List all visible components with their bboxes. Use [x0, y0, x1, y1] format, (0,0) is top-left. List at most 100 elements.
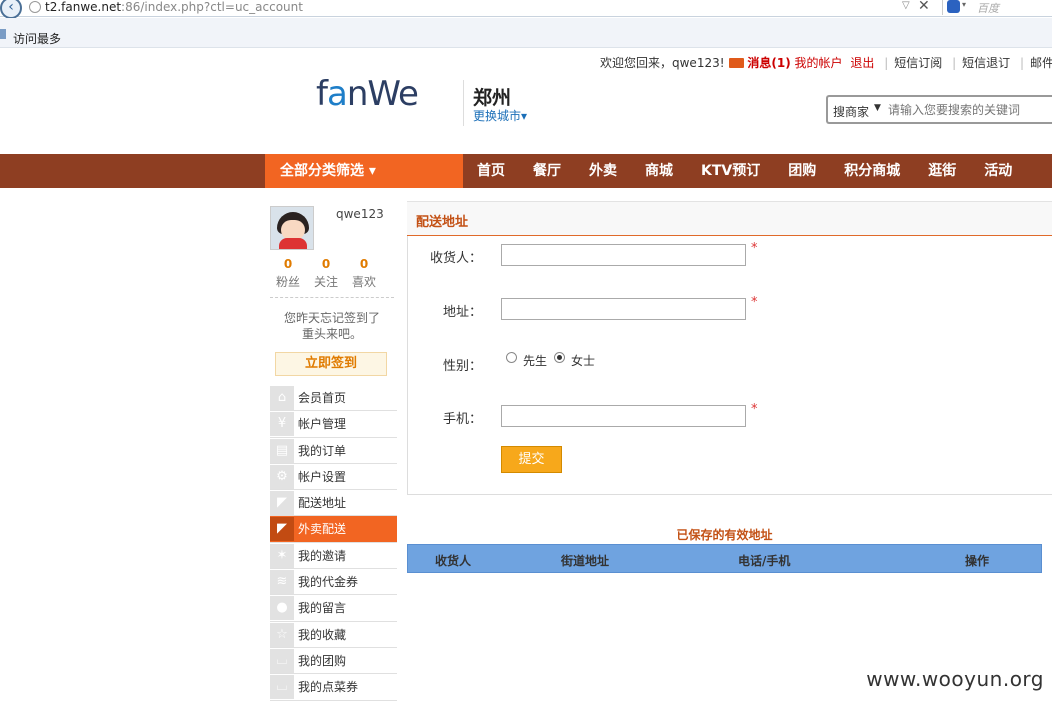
sidebar-item[interactable]: ◤ 配送地址: [270, 490, 397, 517]
sidebar-item[interactable]: ≋ 我的代金券: [270, 569, 397, 596]
sidebar-item[interactable]: ✶ 我的邀请: [270, 543, 397, 570]
sidebar-item-label: 配送地址: [298, 496, 347, 511]
menu-icon: ⌂: [270, 386, 294, 410]
receiver-input[interactable]: [501, 244, 746, 266]
divider: |: [1019, 56, 1025, 70]
sidebar-item[interactable]: ▤ 我的订单: [270, 438, 397, 464]
saved-addresses-table-header: 收货人 街道地址 电话/手机 操作: [407, 544, 1042, 573]
checkin-button[interactable]: 立即签到: [275, 352, 387, 376]
nav-item-points-mall[interactable]: 积分商城: [830, 154, 914, 188]
gender-female-radio[interactable]: [554, 352, 565, 363]
checkin-line: 您昨天忘记签到了: [283, 311, 380, 325]
logo-letters: nWe: [346, 74, 419, 114]
browser-search-box[interactable]: ▾ 百度: [942, 0, 1052, 15]
sidebar-item[interactable]: ◤ 外卖配送: [270, 516, 397, 543]
menu-icon: ☆: [270, 622, 294, 647]
menu-icon: ✶: [270, 543, 294, 568]
phone-input[interactable]: [501, 405, 746, 427]
sidebar-item[interactable]: ⌂ 会员首页: [270, 385, 397, 412]
stat-value: 0: [359, 257, 369, 271]
sidebar-item-label: 我的团购: [298, 653, 347, 668]
stat-following[interactable]: 0 关注: [306, 257, 346, 290]
logo-letter: f: [316, 74, 328, 114]
gender-female-label[interactable]: 女士: [571, 352, 595, 369]
welcome-text: 欢迎您回来，qwe123!: [600, 56, 725, 70]
menu-icon: ⌴: [270, 648, 294, 673]
menu-icon: ◤: [270, 517, 294, 542]
sidebar-item-label: 帐户设置: [298, 469, 347, 484]
browser-search-engine: 百度: [977, 2, 999, 15]
chevron-down-icon[interactable]: ▼: [874, 103, 881, 113]
sms-subscribe-link[interactable]: 短信订阅: [894, 54, 942, 71]
sidebar-item-label: 我的点菜券: [298, 680, 359, 695]
search-type-select[interactable]: 搜商家: [833, 103, 869, 120]
username[interactable]: qwe123: [336, 207, 384, 221]
messages-link[interactable]: 消息(1): [747, 54, 790, 71]
nav-item-mall[interactable]: 商城: [631, 154, 687, 188]
sidebar-item[interactable]: ⚙ 帐户设置: [270, 464, 397, 491]
gender-male-label[interactable]: 先生: [523, 352, 547, 369]
sidebar-item[interactable]: ☆ 我的收藏: [270, 622, 397, 648]
divider: [463, 80, 464, 126]
gender-label: 性别：: [443, 359, 483, 374]
stat-label: 喜欢: [351, 275, 376, 289]
menu-icon: ●: [270, 596, 294, 621]
url-host: t2.fanwe.net: [45, 0, 122, 14]
sms-unsubscribe-link[interactable]: 短信退订: [962, 54, 1010, 71]
avatar[interactable]: [270, 206, 314, 250]
site-logo[interactable]: fanWe: [316, 74, 419, 114]
sidebar-item[interactable]: ¥ 帐户管理: [270, 411, 397, 438]
nav-item-ktv[interactable]: KTV预订: [687, 154, 774, 188]
divider: [270, 297, 394, 298]
nav-item-shopping[interactable]: 逛街: [914, 154, 970, 188]
search-input[interactable]: [888, 100, 1048, 120]
mail-subscribe-link[interactable]: 邮件订: [1030, 54, 1052, 71]
menu-icon: ⚙: [270, 464, 294, 489]
column-header-street: 街道地址: [561, 554, 610, 568]
nav-item-home[interactable]: 首页: [463, 154, 519, 188]
url-field[interactable]: t2.fanwe.net:86/index.php?ctl=uc_account: [45, 0, 303, 14]
sidebar-item-label: 帐户管理: [298, 417, 347, 432]
nav-item-events[interactable]: 活动: [970, 154, 1026, 188]
gender-male-radio[interactable]: [506, 352, 517, 363]
nav-item-restaurant[interactable]: 餐厅: [519, 154, 575, 188]
nav-item-groupbuy[interactable]: 团购: [774, 154, 830, 188]
bookmark-most-visited[interactable]: 访问最多: [13, 30, 61, 47]
checkin-line: 重头来吧。: [301, 327, 362, 341]
column-header-phone: 电话/手机: [738, 554, 791, 568]
menu-icon: ◤: [270, 491, 294, 516]
back-button[interactable]: ‹: [0, 0, 22, 19]
stat-fans[interactable]: 0 粉丝: [268, 257, 308, 290]
stat-value: 0: [321, 257, 331, 271]
stat-likes[interactable]: 0 喜欢: [344, 257, 384, 290]
stat-label: 粉丝: [275, 275, 300, 289]
menu-icon: ▤: [270, 438, 294, 463]
sidebar-item[interactable]: ⌴ 我的团购: [270, 648, 397, 675]
close-icon[interactable]: ✕: [918, 0, 930, 14]
all-categories-menu[interactable]: 全部分类筛选 ▾: [265, 154, 463, 188]
page-title: 配送地址: [416, 215, 469, 230]
required-mark: *: [751, 295, 758, 310]
main-nav: 全部分类筛选 ▾ 首页 餐厅 外卖 商城 KTV预订 团购 积分商城 逛街 活动: [0, 154, 1052, 188]
change-city-link[interactable]: 更换城市▾: [473, 107, 527, 124]
logout-link[interactable]: 退出: [850, 54, 874, 71]
url-path: :86/index.php?ctl=uc_account: [121, 0, 303, 14]
url-dropdown-icon[interactable]: ▽: [902, 0, 910, 11]
checkin-message: 您昨天忘记签到了 重头来吧。: [268, 310, 396, 342]
nav-item-takeout[interactable]: 外卖: [575, 154, 631, 188]
sidebar-item[interactable]: ● 我的留言: [270, 595, 397, 622]
address-input[interactable]: [501, 298, 746, 320]
sidebar-item-label: 外卖配送: [298, 522, 347, 537]
sidebar-item[interactable]: ⌴ 我的点菜券: [270, 674, 397, 701]
required-mark: *: [751, 241, 758, 256]
sidebar-item-label: 我的留言: [298, 601, 347, 616]
sidebar-item-label: 会员首页: [298, 391, 347, 405]
stat-value: 0: [283, 257, 293, 271]
submit-button[interactable]: 提交: [501, 446, 562, 473]
sidebar-item-label: 我的邀请: [298, 548, 347, 563]
form-header: 配送地址: [407, 201, 1052, 236]
my-account-link[interactable]: 我的帐户: [795, 54, 843, 71]
menu-icon: ¥: [270, 412, 294, 437]
top-links: 欢迎您回来，qwe123! 消息(1) 我的帐户 退出 | 短信订阅 | 短信退订 …: [600, 54, 1052, 71]
chevron-down-icon[interactable]: ▾: [962, 0, 966, 9]
